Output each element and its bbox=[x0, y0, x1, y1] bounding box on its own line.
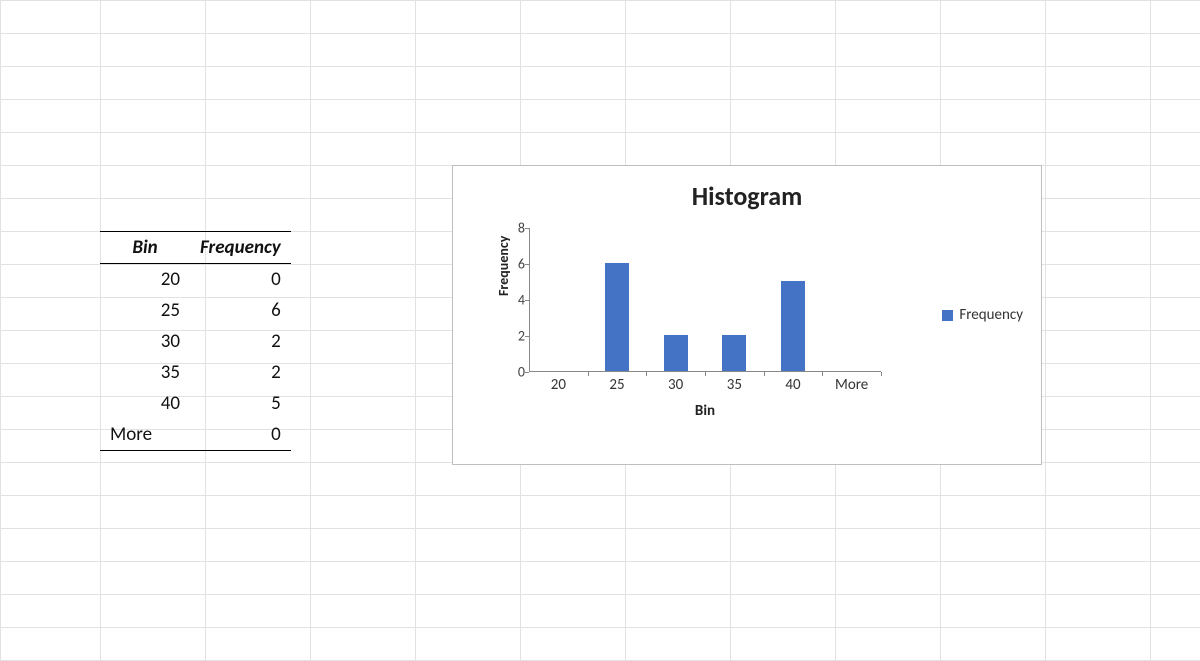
y-tick-label: 4 bbox=[499, 292, 525, 309]
y-tick-label: 8 bbox=[499, 220, 525, 237]
y-tick-label: 2 bbox=[499, 328, 525, 345]
cell-bin[interactable]: 30 bbox=[100, 326, 190, 357]
frequency-table: Bin Frequency 200256302352405More0 bbox=[100, 231, 291, 451]
cell-frequency[interactable]: 0 bbox=[190, 264, 291, 296]
x-tick-label: 20 bbox=[533, 376, 583, 394]
cell-frequency[interactable]: 5 bbox=[190, 388, 291, 419]
histogram-chart[interactable]: Histogram Frequency Bin 024682025303540M… bbox=[452, 165, 1042, 465]
x-tick-label: 40 bbox=[768, 376, 818, 394]
cell-bin[interactable]: 25 bbox=[100, 295, 190, 326]
bar[interactable] bbox=[781, 281, 805, 371]
bar[interactable] bbox=[605, 263, 629, 371]
cell-bin[interactable]: More bbox=[100, 419, 190, 451]
spreadsheet[interactable]: Bin Frequency 200256302352405More0 Histo… bbox=[0, 0, 1200, 660]
x-axis-label: Bin bbox=[529, 402, 881, 420]
y-tick-label: 6 bbox=[499, 256, 525, 273]
legend: Frequency bbox=[942, 166, 1023, 464]
y-tick-label: 0 bbox=[499, 364, 525, 381]
cell-bin[interactable]: 20 bbox=[100, 264, 190, 296]
cell-frequency[interactable]: 6 bbox=[190, 295, 291, 326]
table-row[interactable]: 256 bbox=[100, 295, 291, 326]
table-row[interactable]: 302 bbox=[100, 326, 291, 357]
cell-frequency[interactable]: 0 bbox=[190, 419, 291, 451]
table-header-freq[interactable]: Frequency bbox=[190, 232, 291, 264]
x-tick-label: 35 bbox=[709, 376, 759, 394]
table-row[interactable]: 405 bbox=[100, 388, 291, 419]
table-row[interactable]: 352 bbox=[100, 357, 291, 388]
x-tick-label: 30 bbox=[651, 376, 701, 394]
x-tick-label: More bbox=[827, 376, 877, 394]
legend-label: Frequency bbox=[959, 306, 1023, 324]
x-tick-label: 25 bbox=[592, 376, 642, 394]
bar[interactable] bbox=[664, 335, 688, 371]
cell-frequency[interactable]: 2 bbox=[190, 357, 291, 388]
table-row[interactable]: More0 bbox=[100, 419, 291, 451]
cell-bin[interactable]: 35 bbox=[100, 357, 190, 388]
table-row[interactable]: 200 bbox=[100, 264, 291, 296]
legend-swatch bbox=[942, 310, 953, 321]
plot-area: 024682025303540More bbox=[529, 228, 881, 372]
bar[interactable] bbox=[722, 335, 746, 371]
cell-frequency[interactable]: 2 bbox=[190, 326, 291, 357]
cell-bin[interactable]: 40 bbox=[100, 388, 190, 419]
y-axis bbox=[529, 228, 530, 372]
table-header-bin[interactable]: Bin bbox=[100, 232, 190, 264]
